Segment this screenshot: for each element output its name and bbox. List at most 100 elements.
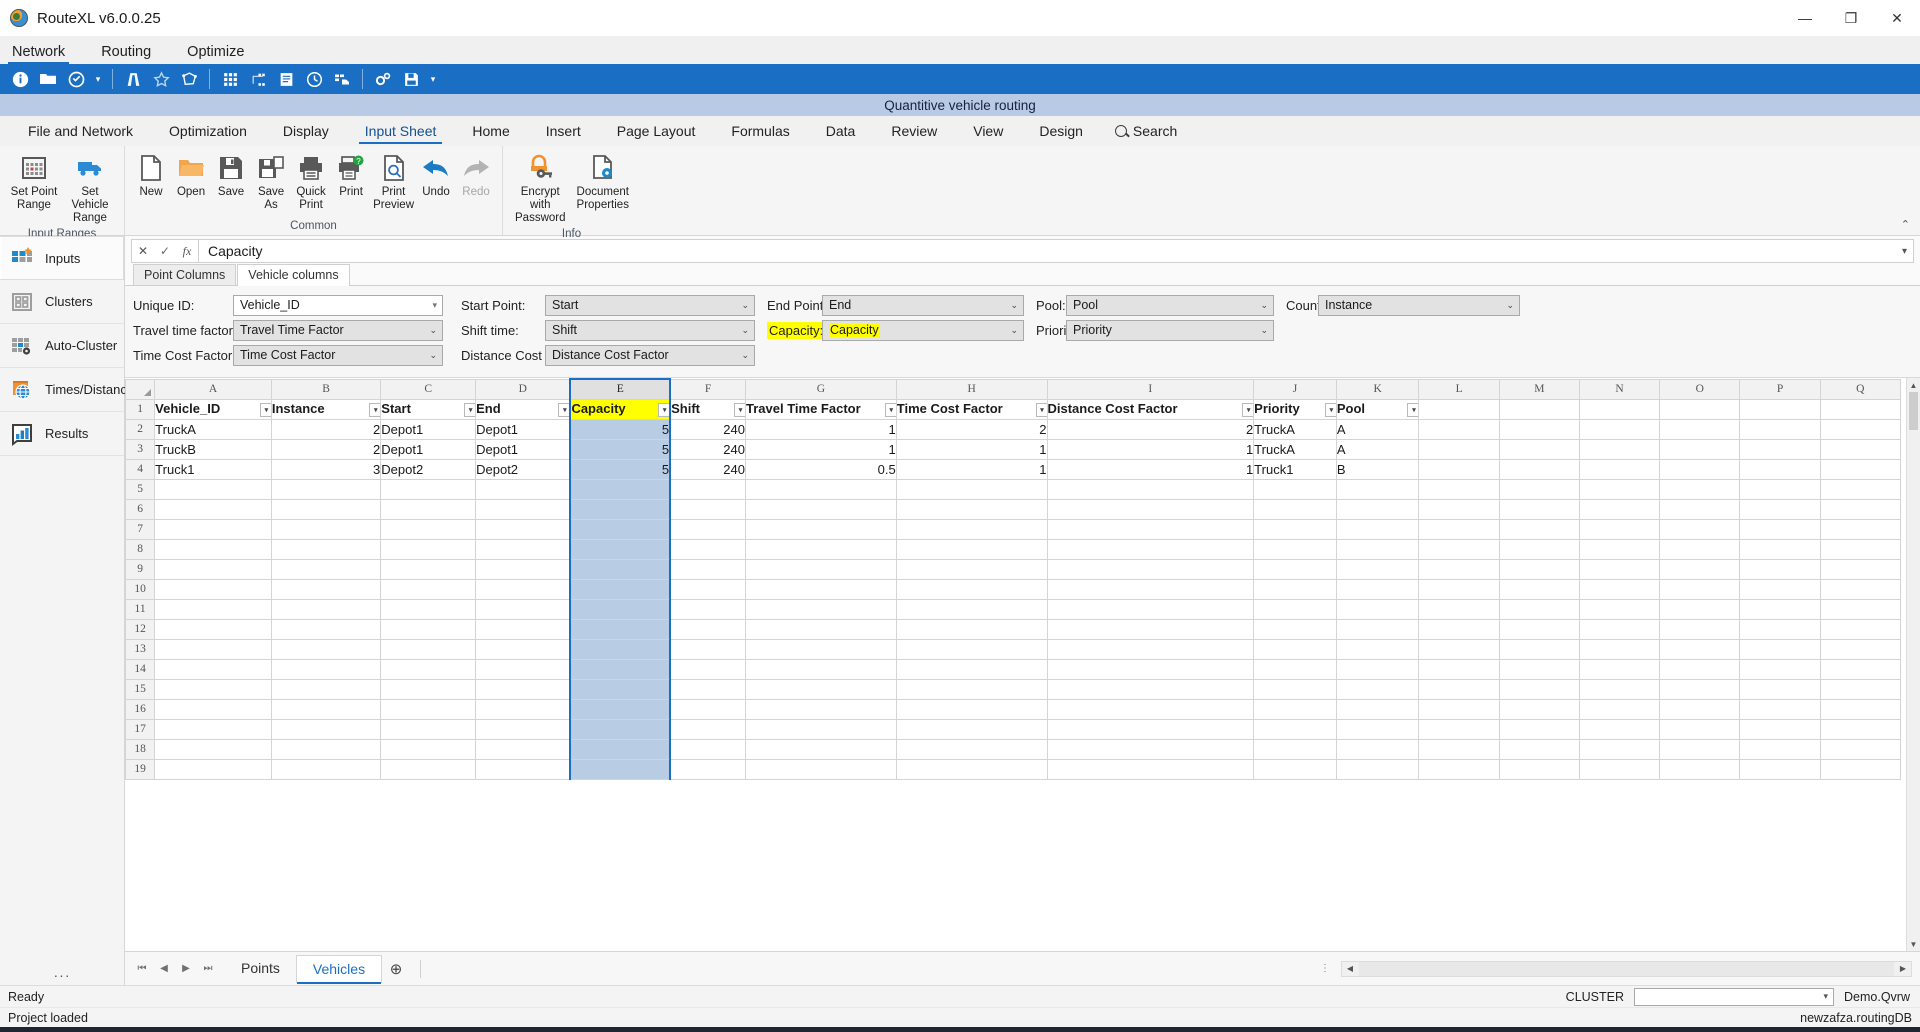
maximize-button[interactable]: ❐ (1828, 0, 1874, 36)
row-header[interactable]: 14 (125, 658, 156, 680)
empty-cell[interactable] (270, 658, 382, 680)
shift-time-select[interactable]: Shift ⌄ (545, 319, 755, 341)
row-header-1[interactable]: 1 (125, 398, 156, 420)
empty-cell[interactable] (1418, 558, 1500, 580)
empty-cell[interactable] (1498, 758, 1580, 780)
filter-dropdown-icon[interactable]: ▾ (558, 403, 570, 417)
vertical-scroll-thumb[interactable] (1909, 392, 1918, 430)
menu-item-optimize[interactable]: Optimize (187, 44, 244, 64)
end-point-select[interactable]: End ⌄ (822, 294, 1024, 316)
tab-design[interactable]: Design (1021, 119, 1101, 144)
open-button[interactable]: Open (171, 148, 211, 201)
fx-icon[interactable]: fx (176, 240, 198, 262)
empty-cell[interactable] (669, 678, 747, 700)
header-cell-pool[interactable]: ▾ Pool (1335, 398, 1420, 420)
empty-cell[interactable] (745, 678, 897, 700)
empty-cell[interactable] (1659, 458, 1741, 480)
formula-input[interactable]: Capacity ▾ (199, 239, 1914, 263)
empty-cell[interactable] (1498, 738, 1580, 760)
empty-cell[interactable] (475, 538, 571, 560)
scroll-left-icon[interactable]: ◀ (1342, 962, 1358, 976)
empty-cell[interactable] (154, 558, 272, 580)
empty-cell[interactable] (270, 578, 382, 600)
empty-cell[interactable] (1418, 478, 1500, 500)
empty-cell[interactable] (1046, 518, 1255, 540)
empty-cell[interactable] (1578, 698, 1661, 720)
empty-cell[interactable] (1418, 638, 1500, 660)
sidebar-item-clusters[interactable]: Clusters (0, 280, 124, 324)
filter-dropdown-icon[interactable]: ▾ (658, 403, 669, 417)
empty-cell[interactable] (1739, 718, 1821, 740)
cell-priority[interactable]: TruckA (1253, 438, 1337, 460)
col-header-P[interactable]: P (1739, 378, 1821, 400)
empty-cell[interactable] (270, 478, 382, 500)
empty-cell[interactable] (1739, 698, 1821, 720)
empty-cell[interactable] (1498, 398, 1580, 420)
empty-cell[interactable] (1253, 698, 1337, 720)
empty-cell[interactable] (1739, 758, 1821, 780)
empty-cell[interactable] (1739, 498, 1821, 520)
empty-cell[interactable] (380, 478, 477, 500)
close-icon[interactable]: ✕ (132, 240, 154, 262)
empty-cell-capacity[interactable] (569, 538, 672, 560)
start-point-select[interactable]: Start ⌄ (545, 294, 755, 316)
empty-cell[interactable] (1819, 598, 1902, 620)
empty-cell[interactable] (154, 618, 272, 640)
empty-cell[interactable] (380, 598, 477, 620)
empty-cell[interactable] (1418, 578, 1500, 600)
empty-cell[interactable] (1418, 698, 1500, 720)
empty-cell[interactable] (475, 558, 571, 580)
empty-cell-capacity[interactable] (569, 738, 672, 760)
empty-cell[interactable] (154, 638, 272, 660)
row-header[interactable]: 8 (125, 538, 156, 560)
empty-cell[interactable] (1498, 658, 1580, 680)
empty-cell[interactable] (1335, 518, 1420, 540)
col-header-O[interactable]: O (1659, 378, 1741, 400)
empty-cell[interactable] (270, 518, 382, 540)
row-header[interactable]: 16 (125, 698, 156, 720)
empty-cell[interactable] (1739, 438, 1821, 460)
empty-cell[interactable] (154, 658, 272, 680)
empty-cell[interactable] (475, 498, 571, 520)
empty-cell[interactable] (380, 758, 477, 780)
empty-cell[interactable] (1578, 618, 1661, 640)
empty-cell[interactable] (895, 558, 1048, 580)
empty-cell[interactable] (1659, 598, 1741, 620)
empty-cell-capacity[interactable] (569, 758, 672, 780)
empty-cell[interactable] (154, 538, 272, 560)
cell-vehicle-id[interactable]: TruckB (154, 438, 272, 460)
empty-cell[interactable] (1819, 418, 1902, 440)
empty-cell[interactable] (745, 758, 897, 780)
capacity-select[interactable]: Capacity ⌄ (822, 319, 1024, 341)
empty-cell[interactable] (1418, 618, 1500, 640)
empty-cell[interactable] (1418, 538, 1500, 560)
encrypt-with-password-button[interactable]: Encrypt with Password (509, 148, 572, 228)
empty-cell[interactable] (895, 598, 1048, 620)
empty-cell[interactable] (1659, 698, 1741, 720)
cell-end[interactable]: Depot2 (475, 458, 571, 480)
empty-cell[interactable] (1578, 558, 1661, 580)
empty-cell[interactable] (1418, 498, 1500, 520)
empty-cell[interactable] (1819, 538, 1902, 560)
empty-cell[interactable] (1739, 458, 1821, 480)
cell-start[interactable]: Depot2 (380, 458, 477, 480)
filter-dropdown-icon[interactable]: ▾ (1407, 403, 1418, 417)
sidebar-item-results[interactable]: Results (0, 412, 124, 456)
priority-select[interactable]: Priority ⌄ (1066, 319, 1274, 341)
undo-button[interactable]: Undo (416, 148, 456, 201)
tab-data[interactable]: Data (808, 119, 874, 144)
empty-cell[interactable] (1498, 718, 1580, 740)
grid-dots-icon[interactable] (216, 66, 244, 92)
row-header[interactable]: 18 (125, 738, 156, 760)
gears-icon[interactable] (369, 66, 397, 92)
empty-cell[interactable] (1578, 598, 1661, 620)
empty-cell[interactable] (1578, 758, 1661, 780)
empty-cell[interactable] (1335, 678, 1420, 700)
cell-vehicle-id[interactable]: Truck1 (154, 458, 272, 480)
document-lines-icon[interactable] (272, 66, 300, 92)
empty-cell[interactable] (270, 738, 382, 760)
empty-cell[interactable] (1739, 598, 1821, 620)
col-header-N[interactable]: N (1578, 378, 1661, 400)
col-header-E[interactable]: E (569, 378, 672, 400)
empty-cell[interactable] (270, 718, 382, 740)
